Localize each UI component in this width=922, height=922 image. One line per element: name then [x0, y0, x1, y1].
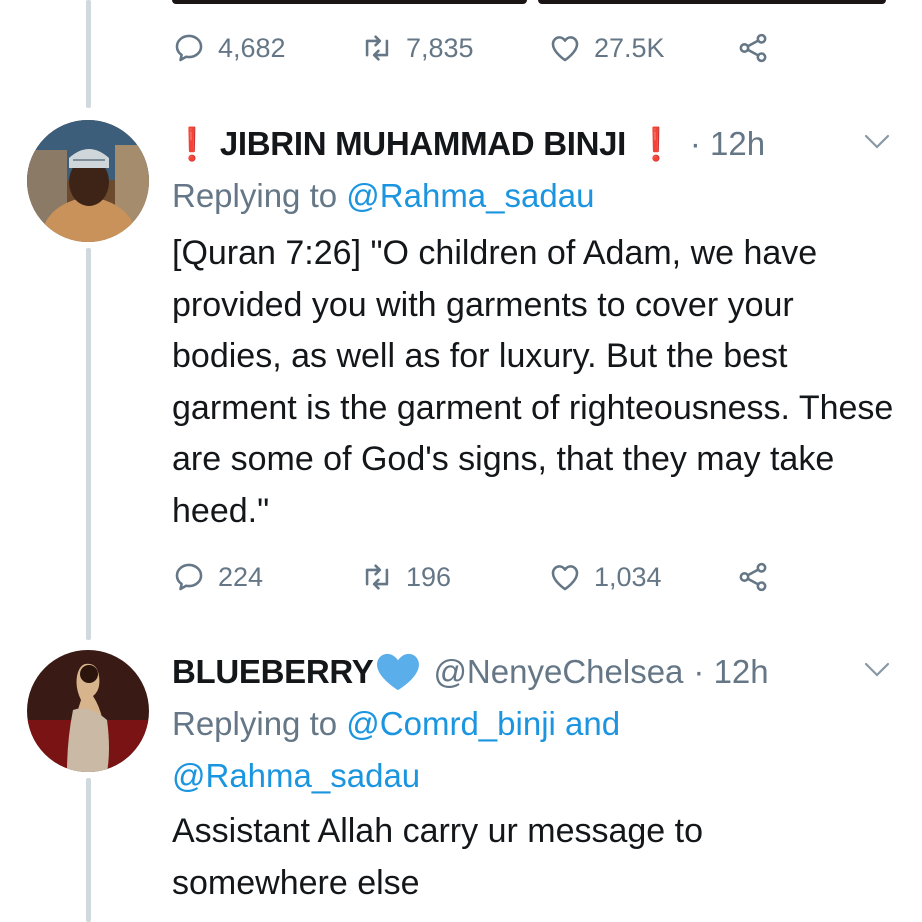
- retweet-count: 7,835: [406, 32, 474, 63]
- thread-line-top: [86, 0, 91, 108]
- share-icon: [739, 562, 767, 592]
- reply-button[interactable]: 224: [172, 560, 360, 594]
- reply-count: 224: [218, 561, 264, 592]
- display-name[interactable]: JIBRIN MUHAMMAD BINJI: [220, 125, 627, 163]
- retweet-button[interactable]: 7,835: [360, 31, 548, 65]
- replying-label: Replying to: [172, 705, 338, 742]
- share-button[interactable]: [736, 31, 770, 65]
- previous-tweet-actions: 4,682 7,835 27.5K: [172, 25, 770, 71]
- reply-icon: [175, 563, 203, 591]
- mention-link[interactable]: @Rahma_sadau: [346, 177, 594, 214]
- avatar[interactable]: [27, 650, 149, 772]
- reply-count: 4,682: [218, 32, 286, 63]
- tweet-text: Assistant Allah carry ur message to some…: [172, 812, 704, 902]
- chevron-down-icon[interactable]: [862, 660, 892, 680]
- replying-and: and: [565, 705, 621, 742]
- previous-media-right[interactable]: [538, 0, 886, 4]
- tweet-text: [Quran 7:26] "O children of Adam, we hav…: [172, 234, 894, 530]
- timestamp[interactable]: · 12h: [693, 653, 768, 691]
- tweet-actions: 224 196 1,034: [172, 554, 770, 600]
- like-button[interactable]: 27.5K: [548, 31, 736, 65]
- reply-button[interactable]: 4,682: [172, 31, 360, 65]
- mention-link[interactable]: @Rahma_sadau: [172, 757, 420, 794]
- tweet-header: ❗ JIBRIN MUHAMMAD BINJI ❗ · 12h: [172, 120, 765, 168]
- mention-link[interactable]: @Comrd_binji: [346, 705, 556, 742]
- like-count: 27.5K: [594, 32, 665, 63]
- retweet-button[interactable]: 196: [360, 560, 548, 594]
- timestamp[interactable]: · 12h: [690, 125, 765, 163]
- replying-label: Replying to: [172, 177, 338, 214]
- chevron-down-icon[interactable]: [862, 132, 892, 152]
- display-name[interactable]: BLUEBERRY: [172, 653, 374, 691]
- blue-heart-icon: [377, 653, 420, 691]
- replying-to: Replying to @Comrd_binji and @Rahma_sada…: [172, 698, 772, 802]
- retweet-icon: [365, 564, 389, 590]
- like-icon: [551, 36, 579, 62]
- avatar[interactable]: [27, 120, 149, 242]
- thread-line-bottom: [86, 778, 91, 922]
- tweet-header: BLUEBERRY @NenyeChelsea · 12h: [172, 648, 769, 696]
- like-count: 1,034: [594, 561, 662, 592]
- avatar-image: [27, 650, 149, 772]
- retweet-count: 196: [406, 561, 452, 592]
- retweet-icon: [365, 35, 389, 61]
- user-handle[interactable]: @NenyeChelsea: [433, 653, 683, 691]
- exclamation-icon: ❗: [172, 126, 212, 162]
- avatar-image: [27, 120, 149, 242]
- share-icon: [739, 33, 767, 63]
- share-button[interactable]: [736, 560, 770, 594]
- exclamation-icon: ❗: [636, 126, 676, 162]
- replying-to: Replying to @Rahma_sadau: [172, 170, 594, 222]
- like-button[interactable]: 1,034: [548, 560, 736, 594]
- previous-media-left[interactable]: [172, 0, 527, 4]
- thread-line-middle: [86, 248, 91, 640]
- reply-icon: [175, 34, 203, 62]
- like-icon: [551, 565, 579, 591]
